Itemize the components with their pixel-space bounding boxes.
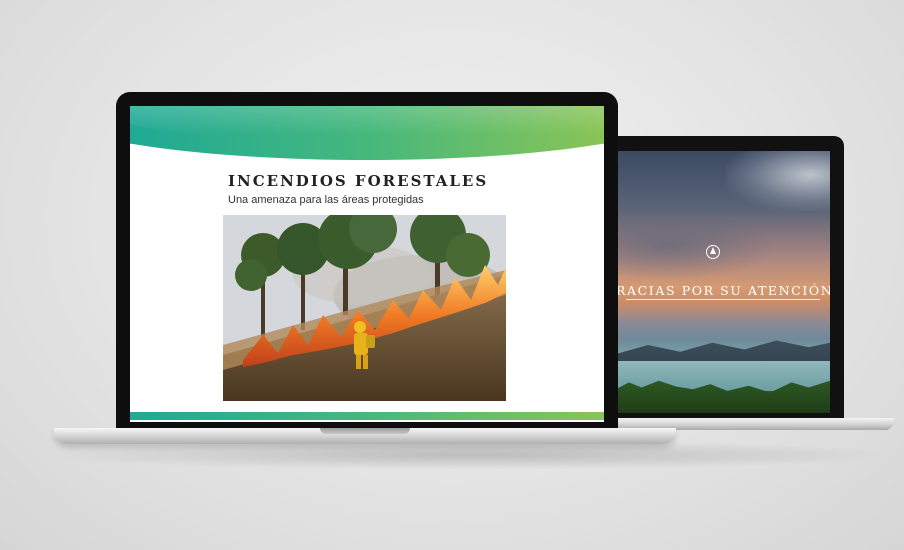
thanks-text: RACIAS POR SU ATENCIÓN! [616, 283, 830, 298]
slide-subtitle: Una amenaza para las áreas protegidas [228, 194, 424, 206]
front-laptop-notch [320, 428, 410, 434]
sky-cloud [616, 211, 776, 281]
sky-cloud [726, 151, 830, 211]
back-laptop: RACIAS POR SU ATENCIÓN! [600, 136, 896, 436]
slide-footer-bar [130, 412, 604, 420]
floor-shadow [40, 440, 900, 470]
front-laptop-screen: INCENDIOS FORESTALES Una amenaza para la… [130, 106, 604, 422]
wildfire-illustration [223, 215, 506, 401]
thanks-underline [626, 299, 820, 300]
back-laptop-screen: RACIAS POR SU ATENCIÓN! [616, 151, 830, 413]
wildfire-photo [223, 215, 506, 401]
compass-icon [706, 245, 720, 259]
slide-title: INCENDIOS FORESTALES [228, 172, 489, 190]
